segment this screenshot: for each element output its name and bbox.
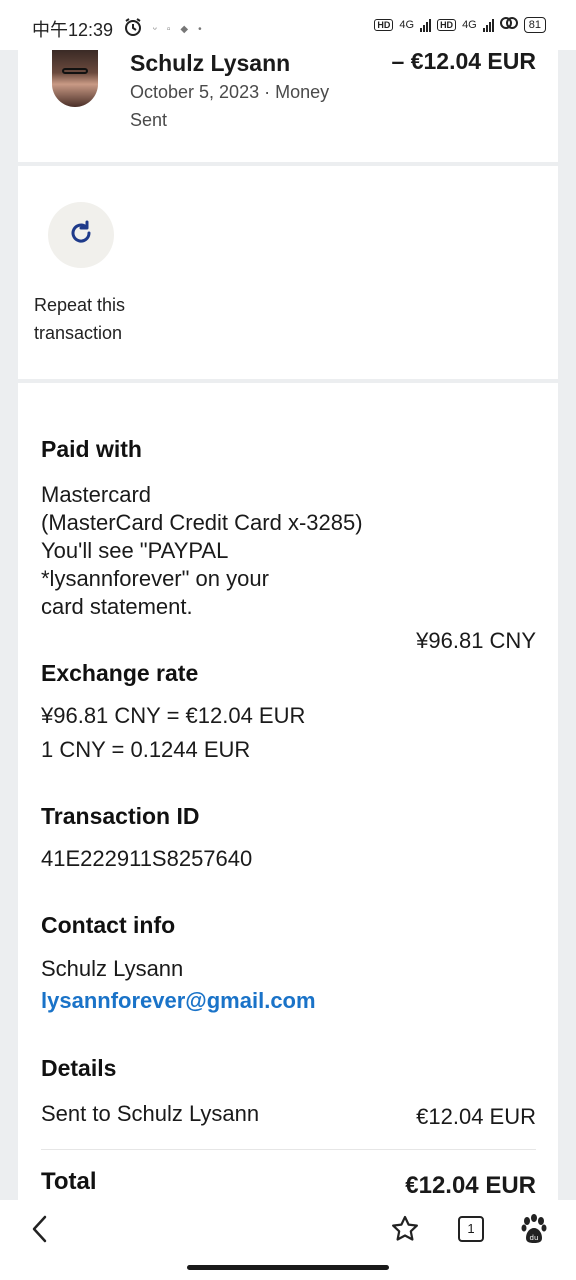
transaction-amount: – €12.04 EUR — [391, 48, 536, 74]
alarm-icon — [123, 17, 143, 42]
card-description: (MasterCard Credit Card x-3285) — [41, 510, 363, 535]
paid-with-heading: Paid with — [41, 436, 142, 462]
refresh-icon — [66, 218, 96, 253]
transaction-id-heading: Transaction ID — [41, 803, 200, 829]
divider — [41, 1149, 536, 1150]
hd-badge: HD — [374, 18, 394, 31]
paid-amount: ¥96.81 CNY — [416, 628, 536, 653]
details-card: Paid with Mastercard (MasterCard Credit … — [18, 383, 558, 1200]
battery-icon: 81 — [523, 16, 546, 33]
exchange-rate-line-2: 1 CNY = 0.1244 EUR — [41, 737, 251, 762]
bookmark-star-icon[interactable] — [390, 1214, 420, 1249]
avatar — [52, 50, 98, 107]
contact-name: Schulz Lysann — [41, 956, 184, 981]
contact-info-heading: Contact info — [41, 912, 176, 938]
statement-note-2: *lysannforever" on your — [41, 566, 269, 591]
total-label: Total — [41, 1168, 97, 1195]
repeat-transaction-button[interactable] — [48, 202, 114, 268]
details-heading: Details — [41, 1055, 117, 1081]
app-notification-icon: ▫ — [166, 23, 171, 35]
svg-text:du: du — [530, 1234, 539, 1242]
recipient-name: Schulz Lysann — [130, 50, 291, 76]
tabs-button[interactable]: 1 — [458, 1216, 484, 1242]
sent-amount: €12.04 EUR — [416, 1104, 536, 1129]
network-gen-2: 4G — [462, 18, 477, 31]
baidu-paw-icon[interactable]: du — [520, 1214, 548, 1249]
bottom-navigation: 1 du — [0, 1200, 576, 1280]
notification-icon: ᵕ — [153, 23, 157, 35]
exchange-rate-heading: Exchange rate — [41, 660, 199, 686]
more-notifications-icon: • — [198, 23, 202, 35]
transaction-id-value: 41E222911S8257640 — [41, 846, 253, 871]
exchange-rate-line-1: ¥96.81 CNY = €12.04 EUR — [41, 703, 306, 728]
link-icon — [499, 16, 518, 33]
signal-icon — [420, 18, 432, 32]
network-gen: 4G — [399, 18, 415, 31]
signal-icon-2 — [482, 18, 494, 32]
transaction-header-card: Schulz Lysann October 5, 2023 · Money Se… — [18, 48, 558, 162]
repeat-card: Repeat this transaction — [18, 166, 558, 379]
back-arrow-icon[interactable] — [30, 1215, 50, 1243]
total-amount: €12.04 EUR — [405, 1172, 536, 1199]
status-bar: 中午12:39 ᵕ ▫ ◆ • HD 4G HD 4G 81 — [0, 0, 576, 50]
contact-email-link[interactable]: lysannforever@gmail.com — [41, 987, 316, 1015]
repeat-label[interactable]: Repeat this transaction — [34, 291, 184, 347]
sent-to-label: Sent to Schulz Lysann — [41, 1101, 260, 1126]
status-time: 中午12:39 — [32, 20, 114, 40]
hd-badge-2: HD — [437, 18, 457, 31]
payment-method: Mastercard — [41, 482, 152, 507]
statement-note-1: You'll see "PAYPAL — [41, 538, 229, 563]
home-indicator[interactable] — [187, 1265, 389, 1270]
statement-note-3: card statement. — [41, 594, 193, 619]
transaction-date: October 5, 2023 · Money Sent — [130, 82, 330, 130]
app-notification-icon-2: ◆ — [180, 23, 189, 35]
